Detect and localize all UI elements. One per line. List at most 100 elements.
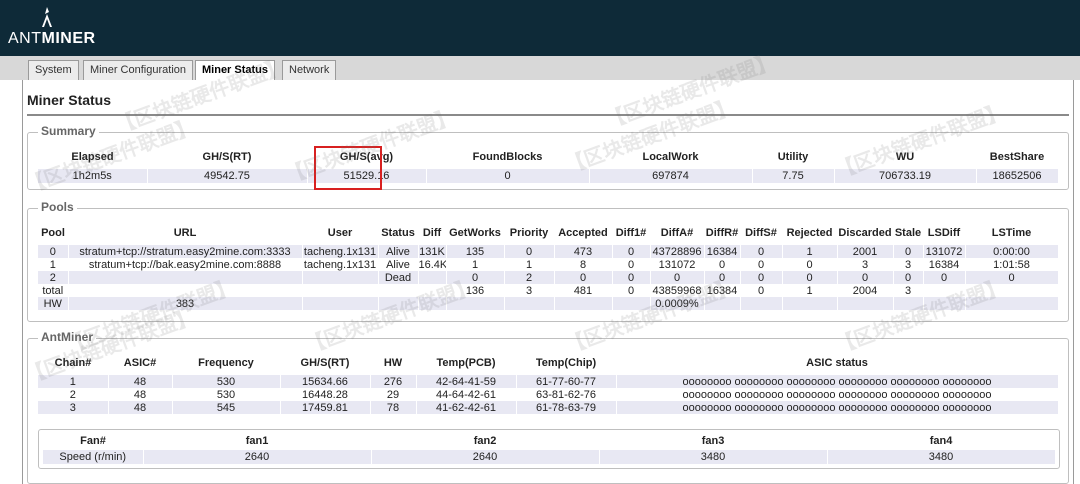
pools-header: URL [173, 227, 197, 239]
pool-cell: 0 [704, 271, 741, 284]
pool-cell [418, 297, 447, 310]
pools-header-row: Pool URL User Status Diff GetWorks Prior… [38, 221, 1058, 245]
pool-cell [965, 297, 1059, 310]
pool-cell [302, 271, 379, 284]
chains-body: 1 48 530 15634.66 276 42-64-41-59 61-77-60-77 o… [38, 375, 1059, 414]
fans-value: Speed (r/min) [43, 450, 144, 464]
pool-cell: 0 [923, 271, 966, 284]
fans-value: 2640 [143, 450, 372, 464]
chain-cell: oooooooo oooooooo oooooooo oooooooo oooo… [616, 401, 1059, 414]
chain-cell: 48 [108, 401, 173, 414]
chain-row: 3 48 545 17459.81 78 41-62-42-61 61-78-63-79 oo… [38, 401, 1059, 414]
chain-cell: 17459.81 [280, 401, 371, 414]
pool-row: 1 stratum+tcp://bak.easy2mine.com:8888 tac… [38, 258, 1059, 271]
content-panel: Miner Status Summary Elapsed GH/S(RT) GH… [22, 80, 1074, 484]
summary-header: BestShare [989, 151, 1045, 163]
tab-system[interactable]: System [28, 60, 79, 80]
pool-cell: 0.0009% [650, 297, 705, 310]
pool-cell [965, 284, 1059, 297]
pool-cell: 0 [740, 271, 783, 284]
pool-cell: total [38, 284, 69, 297]
pool-cell: 135 [446, 245, 505, 258]
pool-cell: 0 [740, 284, 783, 297]
pool-cell: 1 [38, 258, 69, 271]
summary-header: FoundBlocks [472, 151, 543, 163]
pool-cell: 0 [965, 271, 1059, 284]
chains-header: ASIC status [806, 357, 868, 369]
pool-cell: 0 [612, 271, 651, 284]
chain-cell: 545 [172, 401, 281, 414]
pool-cell: 1 [782, 245, 838, 258]
pool-cell: Dead [378, 271, 419, 284]
pool-cell [893, 297, 924, 310]
pool-cell: 0 [612, 284, 651, 297]
pools-section: Pools Pool URL User Status Diff GetWorks… [27, 200, 1069, 322]
pool-cell: Alive [378, 258, 419, 271]
chain-cell: 530 [172, 375, 281, 388]
summary-header: Elapsed [71, 151, 114, 163]
pool-cell: 0 [893, 245, 924, 258]
summary-value: 0 [426, 169, 590, 183]
pools-legend: Pools [38, 200, 77, 214]
pool-cell: 2 [504, 271, 555, 284]
chain-cell: 61-77-60-77 [516, 375, 617, 388]
pool-row: 0 stratum+tcp://stratum.easy2mine.com:333… [38, 245, 1059, 258]
pool-cell: 481 [554, 284, 613, 297]
fans-value: 3480 [827, 450, 1056, 464]
chains-header-row: Chain# ASIC# Frequency GH/S(RT) HW Temp(… [38, 351, 1058, 375]
summary-header: LocalWork [642, 151, 699, 163]
pool-cell: 0 [504, 245, 555, 258]
chain-cell: 3 [38, 401, 109, 414]
brand-prefix: ANT [8, 30, 42, 47]
pool-cell: 16384 [704, 245, 741, 258]
chain-cell: 78 [370, 401, 417, 414]
pool-cell [704, 297, 741, 310]
pool-cell [554, 297, 613, 310]
chains-header: Temp(Chip) [535, 357, 597, 369]
fans-value-row: Speed (r/min) 2640 2640 3480 3480 [43, 450, 1056, 464]
summary-section: Summary Elapsed GH/S(RT) GH/S(avg) Found… [27, 124, 1069, 190]
tab-miner-configuration[interactable]: Miner Configuration [83, 60, 193, 80]
pool-cell: 0 [782, 271, 838, 284]
pool-cell: 0 [650, 271, 705, 284]
summary-table: Elapsed GH/S(RT) GH/S(avg) FoundBlocks L… [38, 145, 1059, 183]
chains-table: Chain# ASIC# Frequency GH/S(RT) HW Temp(… [38, 351, 1059, 414]
pools-header: Discarded [838, 227, 892, 239]
pool-cell [418, 271, 447, 284]
pool-cell: 1 [504, 258, 555, 271]
pool-cell: 16384 [923, 258, 966, 271]
pool-cell: tacheng.1x131 [302, 258, 379, 271]
pool-cell [68, 271, 303, 284]
pool-cell: 0 [782, 258, 838, 271]
pool-cell [378, 284, 419, 297]
summary-value: 49542.75 [147, 169, 308, 183]
summary-value: 7.75 [752, 169, 835, 183]
pool-cell: 3 [837, 258, 894, 271]
logo-mark-icon [42, 7, 52, 27]
tab-miner-status[interactable]: Miner Status [195, 60, 276, 81]
summary-value: 1h2m5s [38, 169, 148, 183]
fans-header: fan1 [245, 435, 269, 447]
chain-cell: 44-64-42-61 [416, 388, 517, 401]
pool-cell: 43859968 [650, 284, 705, 297]
pool-cell: 0 [740, 258, 783, 271]
pools-header: Priority [509, 227, 549, 239]
pool-cell: 8 [554, 258, 613, 271]
pools-header: Rejected [786, 227, 833, 239]
pool-cell [302, 297, 379, 310]
pools-header: Stale [894, 227, 922, 239]
fans-value: 3480 [599, 450, 828, 464]
pool-cell [68, 284, 303, 297]
pool-cell: tacheng.1x131 [302, 245, 379, 258]
chain-cell: 1 [38, 375, 109, 388]
tab-network[interactable]: Network [282, 60, 337, 80]
page-title: Miner Status [27, 92, 112, 108]
chain-cell: 48 [108, 388, 173, 401]
fans-header: fan2 [473, 435, 497, 447]
pool-cell: 1 [446, 258, 505, 271]
chain-cell: oooooooo oooooooo oooooooo oooooooo oooo… [616, 375, 1059, 388]
pool-cell: stratum+tcp://stratum.easy2mine.com:3333 [68, 245, 303, 258]
pool-cell: 131072 [650, 258, 705, 271]
summary-value-row: 1h2m5s 49542.75 51529.16 0 697874 7.75 7… [38, 169, 1059, 183]
pool-cell: HW [38, 297, 69, 310]
